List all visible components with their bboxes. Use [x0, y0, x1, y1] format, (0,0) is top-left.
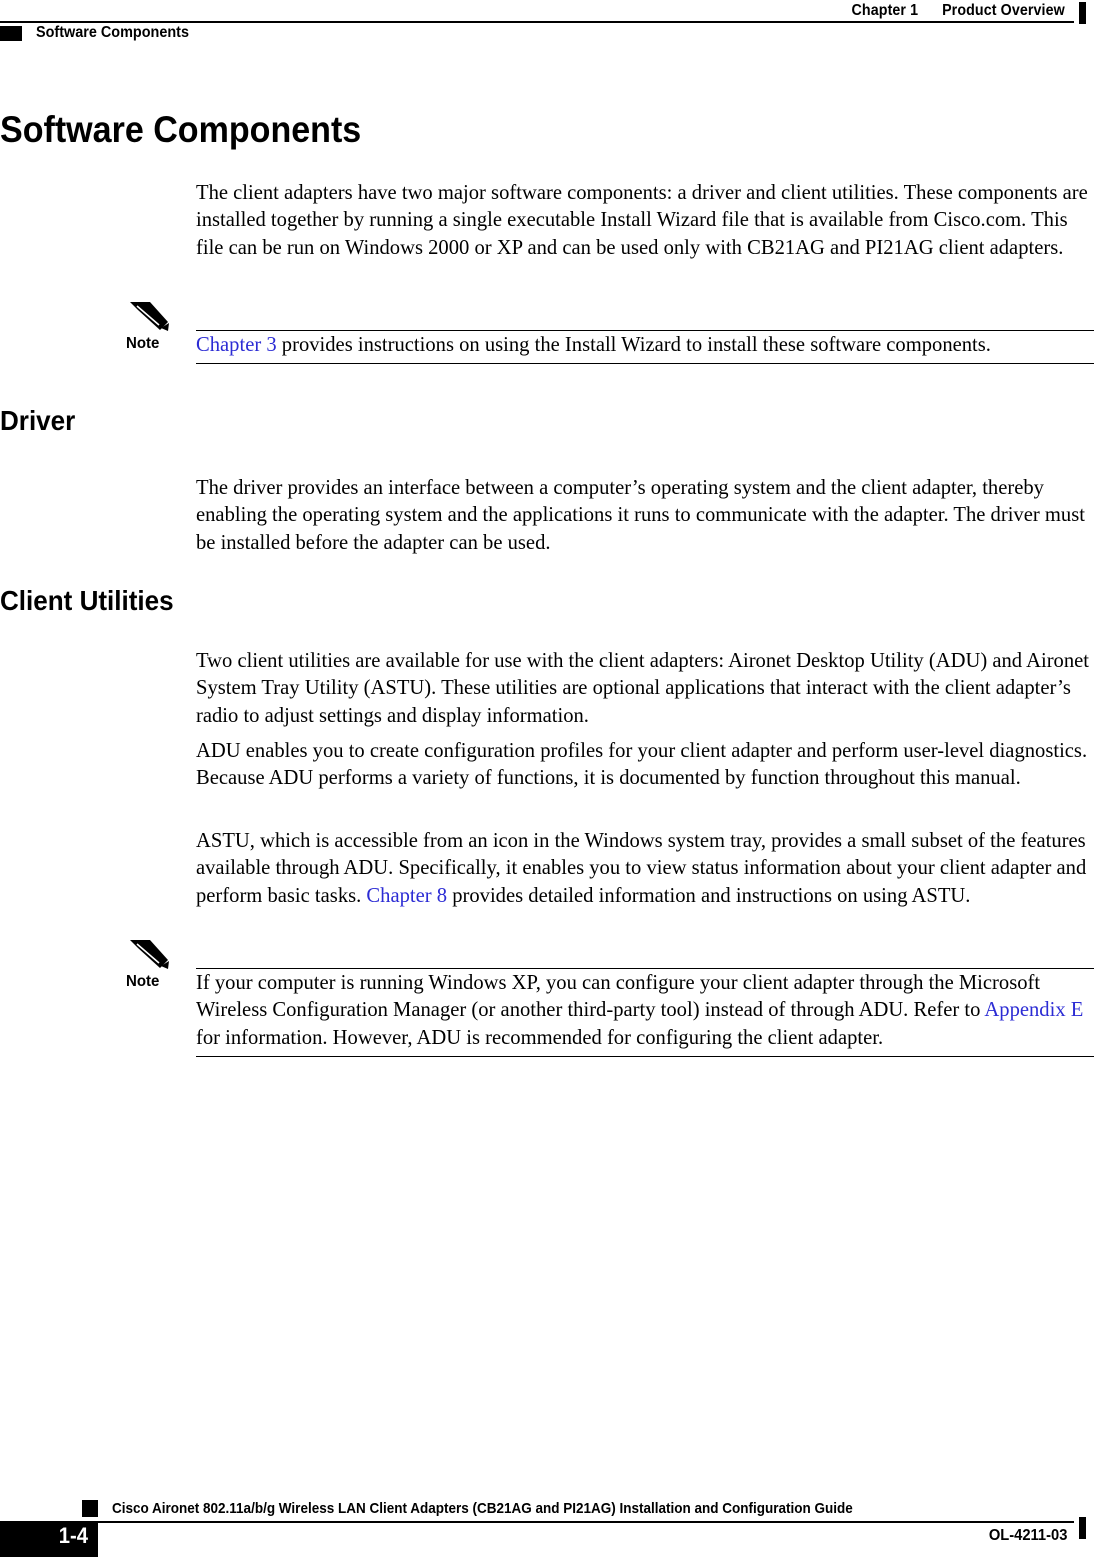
section-heading-client-utilities: Client Utilities — [0, 585, 174, 616]
note-label: Note — [126, 335, 160, 352]
page-title: Software Components — [0, 109, 362, 150]
paragraph-utilities-1: Two client utilities are available for u… — [196, 650, 1090, 727]
paragraph-utilities-2: ADU enables you to create configuration … — [196, 740, 1088, 790]
document-id: OL-4211-03 — [988, 1527, 1067, 1544]
section-marker-icon — [0, 25, 22, 41]
header-rule-end-tick — [1079, 2, 1086, 24]
pencil-icon — [128, 938, 172, 972]
page-footer: Cisco Aironet 802.11a/b/g Wireless LAN C… — [0, 1479, 1095, 1557]
cross-reference-chapter-3[interactable]: Chapter 3 — [196, 334, 277, 356]
note-label: Note — [126, 973, 160, 990]
note-body: Chapter 3 provides instructions on using… — [196, 332, 1094, 359]
section-heading-driver: Driver — [0, 405, 76, 436]
paragraph-intro: The client adapters have two major softw… — [196, 182, 1088, 259]
note-text-a: If your computer is running Windows XP, … — [196, 972, 1041, 1022]
note-block-2: Note If your computer is running Windows… — [126, 938, 1094, 1057]
header-section: Software Components — [0, 22, 200, 44]
page-number: 1-4 — [58, 1523, 88, 1548]
paragraph-utilities-3-text-b: provides detailed information and instru… — [447, 884, 971, 907]
note-text-b: for information. However, ADU is recomme… — [196, 1026, 884, 1049]
note-rule-bottom — [196, 1056, 1094, 1057]
footer-guide-title: Cisco Aironet 802.11a/b/g Wireless LAN C… — [112, 1500, 853, 1517]
header-chapter-title: Product Overview — [942, 2, 1065, 19]
paragraph-utilities-3: ASTU, which is accessible from an icon i… — [196, 828, 1094, 910]
footer-rule — [82, 1521, 1074, 1523]
footer-rule-end-tick — [1079, 1517, 1086, 1539]
note-body: If your computer is running Windows XP, … — [196, 970, 1094, 1052]
note-text: provides instructions on using the Insta… — [276, 334, 991, 356]
note-block-1: Note Chapter 3 provides instructions on … — [126, 300, 1094, 364]
cross-reference-appendix-e[interactable]: Appendix E — [984, 999, 1083, 1021]
header-chapter-number: Chapter 1 — [851, 2, 919, 19]
footer-marker-icon — [82, 1500, 98, 1517]
header-section-title: Software Components — [36, 24, 189, 41]
pencil-icon — [128, 300, 172, 334]
note-rule-bottom — [196, 363, 1094, 364]
page-header: Chapter 1 Product Overview Software Compo… — [0, 0, 1095, 46]
note-rule-top — [196, 968, 1094, 969]
paragraph-driver: The driver provides an interface between… — [196, 477, 1085, 554]
cross-reference-chapter-8[interactable]: Chapter 8 — [366, 885, 447, 907]
note-rule-top — [196, 330, 1094, 331]
header-chapter-line: Chapter 1 Product Overview — [852, 2, 1065, 20]
